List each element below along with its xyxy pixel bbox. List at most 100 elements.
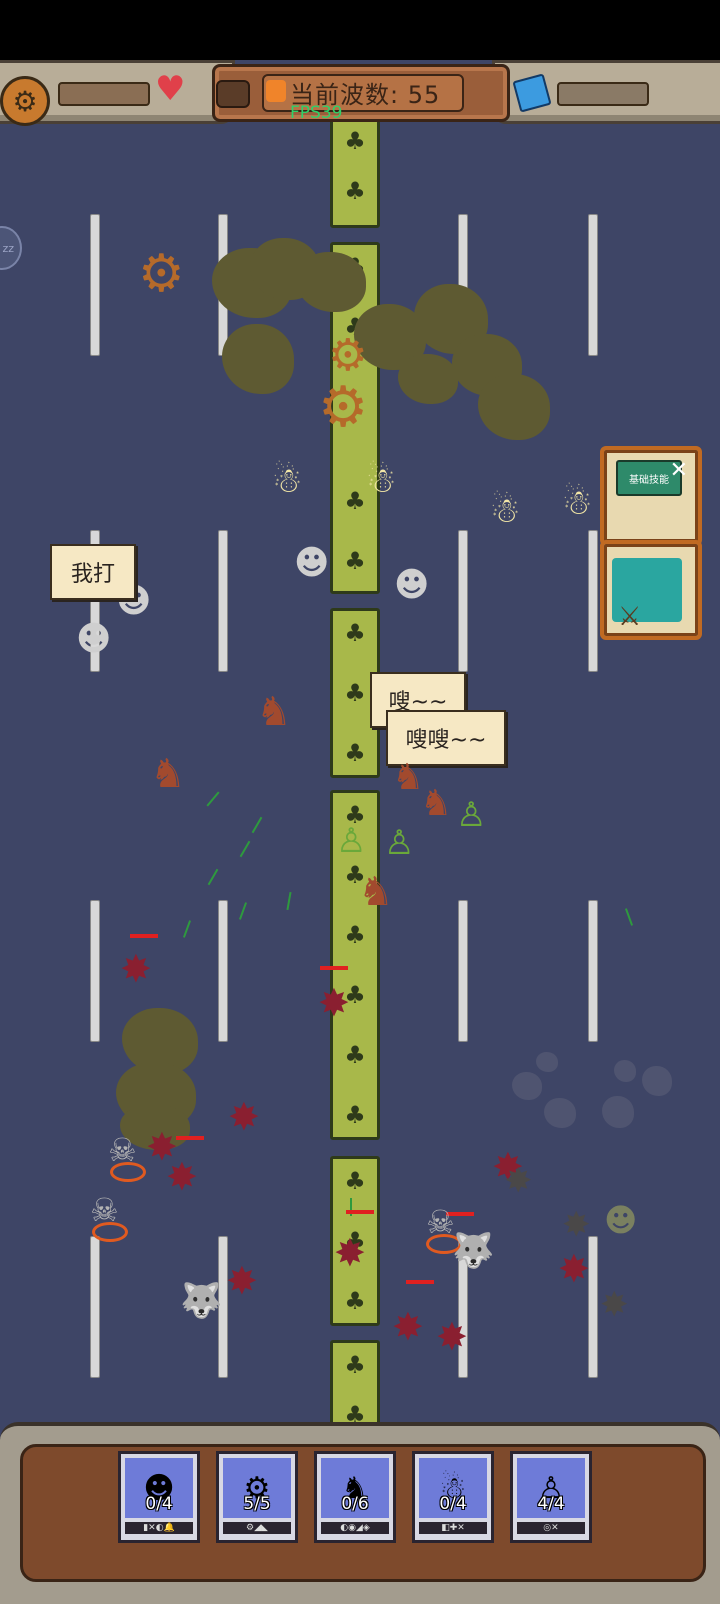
smoke-cloud (478, 374, 550, 440)
lane-marker (218, 530, 228, 672)
arrow-projectile (239, 840, 251, 858)
close-icon: ✕ (669, 458, 688, 483)
unit-count: 0/6 (341, 1494, 369, 1514)
unit-count: 0/4 (439, 1494, 467, 1514)
unit-slot-catapult[interactable]: ⚙ 5/5 ⚙◢◣ (216, 1451, 298, 1543)
tree-icon: ♣ (344, 1101, 366, 1129)
unit-traits: ◎✕ (517, 1522, 585, 1534)
wave-gem-icon (266, 80, 286, 102)
lane-marker (90, 1236, 100, 1378)
skill-card[interactable]: 基础技能 ✕ (600, 446, 702, 546)
gunman-unit: ☻ (294, 543, 330, 583)
tree-icon: ♣ (344, 547, 366, 575)
arrow-projectile (182, 920, 192, 938)
heart-icon: ♥ (155, 69, 186, 109)
elf-archer-unit: ♙ (384, 823, 415, 863)
unit-traits: ◐◉◢◈ (321, 1522, 389, 1534)
dust-puff (642, 1066, 672, 1096)
arrow-projectile (207, 868, 219, 886)
lane-marker (458, 900, 468, 1042)
elf-archer-unit: ♙ (456, 795, 487, 835)
enemy-health-bar (130, 934, 158, 938)
rat-enemy: ✸ (120, 947, 152, 991)
rat-enemy: ✸ (334, 1231, 366, 1275)
enemy-health-bar (320, 966, 348, 970)
goblin-enemy: ☻ (604, 1201, 638, 1239)
unit-slot-horse-rider[interactable]: ♞ 0/6 ◐◉◢◈ (314, 1451, 396, 1543)
horse-rider-unit: ♞ (256, 689, 292, 735)
lane-marker (90, 214, 100, 356)
unit-traits: ▮✕◐🔔 (125, 1522, 193, 1534)
ghost-unit: ☃ (490, 491, 521, 531)
arrow-projectile (624, 908, 634, 926)
rat-enemy: ✸ (436, 1315, 468, 1359)
resource-bar (557, 82, 649, 106)
unit-slot-ghost[interactable]: ☃ 0/4 ◧✚✕ (412, 1451, 494, 1543)
rat-enemy: ✸ (562, 1205, 591, 1245)
gunman-unit: ☻ (394, 565, 430, 605)
burning-ring (92, 1222, 128, 1242)
smoke-cloud (296, 252, 366, 312)
unit-traits: ◧✚✕ (419, 1522, 487, 1534)
catapult-unit: ⚙ (138, 244, 185, 304)
tree-icon: ♣ (344, 1351, 366, 1379)
enemy-health-bar (346, 1210, 374, 1214)
tree-icon: ♣ (344, 619, 366, 647)
median-segment: ♣ ♣ (330, 116, 380, 228)
rat-enemy: ✸ (558, 1247, 590, 1291)
horse-rider-unit: ♞ (420, 783, 453, 824)
unit-count: 4/4 (537, 1494, 565, 1514)
rat-enemy: ✸ (318, 981, 350, 1025)
horse-rider-unit: ♞ (358, 869, 394, 915)
skeleton-enemy: ☠ (108, 1131, 137, 1169)
catapult-unit: ⚙ (318, 375, 369, 440)
arrow-projectile (206, 791, 220, 807)
lane-marker (588, 530, 598, 672)
speech-bubble: 我打 (50, 544, 136, 600)
dust-puff (544, 1098, 576, 1128)
unit-traits: ⚙◢◣ (223, 1522, 291, 1534)
elf-archer-unit: ♙ (336, 821, 367, 861)
gear-icon: ⚙ (12, 84, 38, 118)
dust-puff (536, 1052, 558, 1072)
status-bar (0, 0, 720, 60)
smoke-cloud (398, 354, 458, 404)
rat-enemy: ✸ (226, 1259, 258, 1303)
ghost-unit: ☃ (562, 483, 593, 523)
fps-counter: FPS39 (290, 103, 343, 123)
settings-button[interactable]: ⚙ (0, 76, 50, 126)
tree-icon: ♣ (344, 1287, 366, 1315)
lane-marker (218, 900, 228, 1042)
catapult-unit: ⚙ (328, 330, 368, 381)
dust-puff (614, 1060, 636, 1082)
unit-slot-elf-archer[interactable]: ♙ 4/4 ◎✕ (510, 1451, 592, 1543)
horse-rider-unit: ♞ (150, 751, 186, 797)
unit-slot-gunman[interactable]: ☻ 0/4 ▮✕◐🔔 (118, 1451, 200, 1543)
ghost-unit: ☃ (272, 461, 303, 501)
enemy-health-bar (406, 1280, 434, 1284)
wolf-enemy: 🐺 (452, 1231, 495, 1271)
rat-enemy: ✸ (392, 1305, 424, 1349)
unit-count: 5/5 (243, 1494, 271, 1514)
lane-marker (588, 214, 598, 356)
unit-count: 0/4 (145, 1494, 173, 1514)
rat-enemy: ✸ (228, 1095, 260, 1139)
lane-marker (90, 900, 100, 1042)
arrow-projectile (286, 891, 292, 911)
gunman-unit: ☻ (76, 619, 112, 659)
burning-ring (110, 1162, 146, 1182)
tree-icon: ♣ (344, 177, 366, 205)
arrow-projectile (238, 902, 248, 920)
idle-indicator-button[interactable]: zz (0, 226, 22, 270)
lane-marker (458, 530, 468, 672)
tree-icon: ♣ (344, 127, 366, 155)
battlefield[interactable]: ♣ ♣ ♣ ♣ ♣ ♣ ♣ ♣ ♣ ♣ ♣ ♣ ♣ ♣ ♣ ♣ ♣ ♣ ♣ ♣ (0, 116, 720, 1436)
health-bar (58, 82, 150, 106)
smoke-cloud (222, 324, 294, 394)
ghost-unit: ☃ (366, 461, 397, 501)
tree-icon: ♣ (344, 921, 366, 949)
lane-marker (588, 900, 598, 1042)
weapon-shop-card[interactable]: ⚔ (600, 540, 702, 640)
wolf-enemy: 🐺 (180, 1281, 223, 1321)
tree-icon: ♣ (344, 1167, 366, 1195)
